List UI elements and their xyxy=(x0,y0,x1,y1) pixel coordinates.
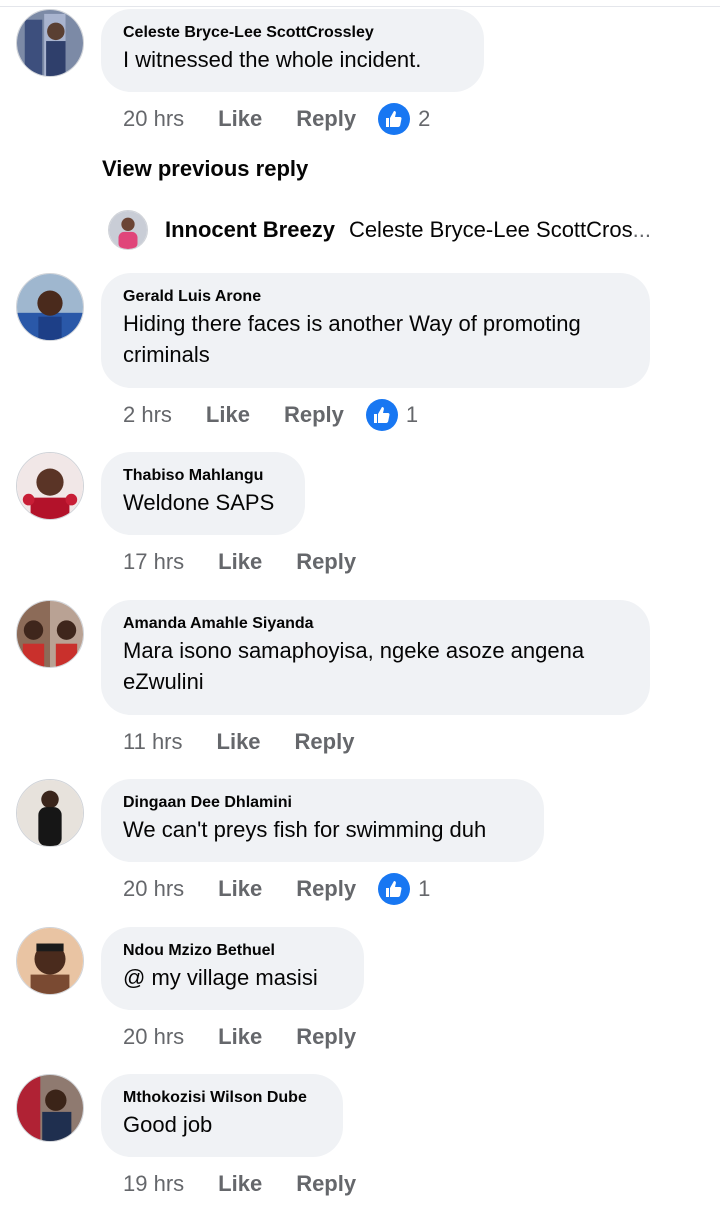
reply-author[interactable]: Innocent Breezy xyxy=(165,217,335,243)
like-button[interactable]: Like xyxy=(218,1171,262,1197)
reaction-summary[interactable]: 1 xyxy=(378,873,430,905)
reply-button[interactable]: Reply xyxy=(296,876,356,902)
reply-button[interactable]: Reply xyxy=(296,549,356,575)
comment-text: I witnessed the whole incident. xyxy=(123,47,422,72)
comment-text: Good job xyxy=(123,1112,213,1137)
comment-author[interactable]: Gerald Luis Arone xyxy=(123,286,628,308)
comment-actions: 11 hrs Like Reply xyxy=(123,725,354,759)
comment-text: Hiding there faces is another Way of pro… xyxy=(123,311,581,367)
like-button[interactable]: Like xyxy=(217,729,261,755)
comment-author[interactable]: Dingaan Dee Dhlamini xyxy=(123,792,522,814)
comment-bubble: Gerald Luis Arone Hiding there faces is … xyxy=(101,273,650,388)
comment-author[interactable]: Mthokozisi Wilson Dube xyxy=(123,1087,321,1109)
reaction-count: 1 xyxy=(405,402,419,427)
like-button[interactable]: Like xyxy=(218,876,262,902)
thumbs-up-icon xyxy=(378,103,411,135)
comment-actions: 20 hrs Like Reply xyxy=(123,1020,356,1054)
comment-time[interactable]: 20 hrs xyxy=(123,876,184,902)
thumbs-up-icon xyxy=(365,399,398,431)
comment-text: @ my village masisi xyxy=(123,965,318,990)
comment-time[interactable]: 20 hrs xyxy=(123,106,184,132)
comment-time[interactable]: 2 hrs xyxy=(123,402,172,428)
avatar[interactable] xyxy=(16,927,84,995)
comment-text: Weldone SAPS xyxy=(123,490,275,515)
like-button[interactable]: Like xyxy=(218,549,262,575)
avatar[interactable] xyxy=(16,452,84,520)
comment-author[interactable]: Celeste Bryce-Lee ScottCrossley xyxy=(123,22,462,44)
comment-author[interactable]: Amanda Amahle Siyanda xyxy=(123,613,628,635)
reply-button[interactable]: Reply xyxy=(296,106,356,132)
reply-button[interactable]: Reply xyxy=(296,1024,356,1050)
reply-button[interactable]: Reply xyxy=(284,402,344,428)
reaction-count: 1 xyxy=(418,876,431,901)
thumbs-up-icon xyxy=(378,873,411,905)
comment-time[interactable]: 11 hrs xyxy=(123,729,183,755)
comment-bubble: Celeste Bryce-Lee ScottCrossley I witnes… xyxy=(101,9,484,92)
avatar[interactable] xyxy=(16,600,84,668)
comment-time[interactable]: 20 hrs xyxy=(123,1024,184,1050)
comment-actions: 19 hrs Like Reply xyxy=(123,1167,356,1201)
comment-bubble: Mthokozisi Wilson Dube Good job xyxy=(101,1074,343,1157)
comment-bubble: Amanda Amahle Siyanda Mara isono samapho… xyxy=(101,600,650,715)
reaction-count: 2 xyxy=(418,106,431,131)
comment-bubble: Thabiso Mahlangu Weldone SAPS xyxy=(101,452,305,535)
comment-text: We can't preys fish for swimming duh xyxy=(123,817,487,842)
view-previous-reply-link[interactable]: View previous reply xyxy=(102,156,308,182)
comment-text: Mara isono samaphoyisa, ngeke asoze ange… xyxy=(123,638,585,694)
comment-time[interactable]: 19 hrs xyxy=(123,1171,184,1197)
reply-button[interactable]: Reply xyxy=(295,729,355,755)
reply-preview[interactable]: Innocent Breezy Celeste Bryce-Lee ScottC… xyxy=(108,210,651,250)
top-divider xyxy=(0,6,720,7)
avatar[interactable] xyxy=(16,9,84,77)
comment-actions: 17 hrs Like Reply xyxy=(123,545,356,579)
comment-bubble: Dingaan Dee Dhlamini We can't preys fish… xyxy=(101,779,544,862)
comment-bubble: Ndou Mzizo Bethuel @ my village masisi xyxy=(101,927,364,1010)
avatar[interactable] xyxy=(16,779,84,847)
reaction-summary[interactable]: 2 xyxy=(378,103,430,135)
reply-button[interactable]: Reply xyxy=(296,1171,356,1197)
comment-author[interactable]: Ndou Mzizo Bethuel xyxy=(123,940,342,962)
reply-ellipsis: ... xyxy=(632,217,651,242)
comment-actions: 20 hrs Like Reply 2 xyxy=(123,102,430,136)
comment-time[interactable]: 17 hrs xyxy=(123,549,184,575)
avatar[interactable] xyxy=(16,273,84,341)
reply-text: Celeste Bryce-Lee ScottCros xyxy=(348,217,633,242)
comment-author[interactable]: Thabiso Mahlangu xyxy=(123,465,283,487)
reaction-summary[interactable]: 1 xyxy=(365,399,419,431)
like-button[interactable]: Like xyxy=(218,106,262,132)
avatar[interactable] xyxy=(16,1074,84,1142)
like-button[interactable]: Like xyxy=(218,1024,262,1050)
avatar[interactable] xyxy=(108,210,148,250)
like-button[interactable]: Like xyxy=(206,402,250,428)
comment-actions: 2 hrs Like Reply 1 xyxy=(123,398,418,432)
comment-actions: 20 hrs Like Reply 1 xyxy=(123,872,430,906)
